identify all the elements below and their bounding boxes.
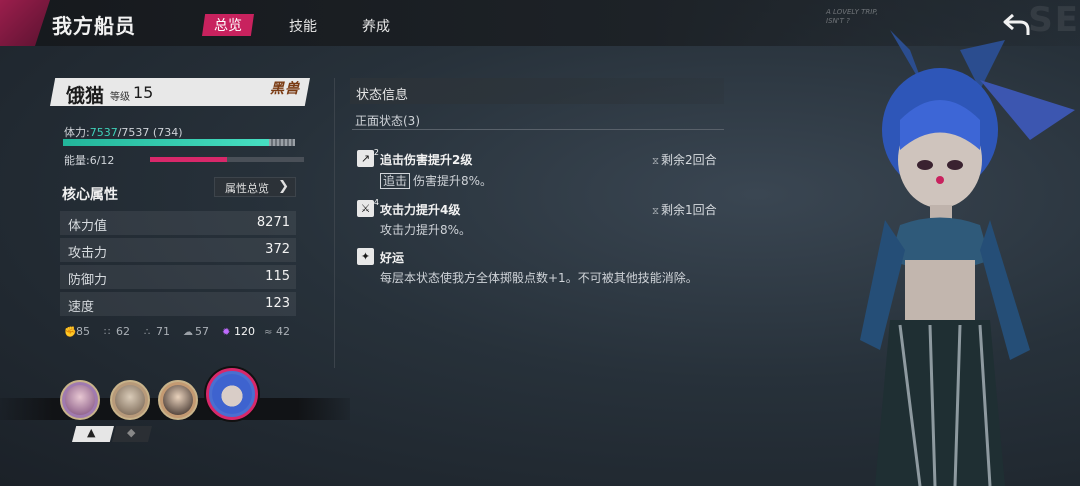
boot-icon: ∷ — [104, 327, 111, 338]
stat-row: 速度 123 — [60, 292, 296, 316]
crew-portrait-1[interactable] — [60, 380, 100, 420]
buff-name: 攻击力提升4级 — [380, 203, 461, 217]
hourglass-icon: ⧖ — [652, 156, 660, 167]
keyword-tag[interactable]: 追击 — [380, 173, 411, 189]
crew-portrait-3[interactable] — [158, 380, 198, 420]
pursuit-buff-icon[interactable]: ↗ 2 — [357, 148, 379, 167]
luck-buff-icon[interactable]: ✦ — [357, 248, 374, 265]
hp-max: /7537 (734) — [117, 126, 183, 139]
crew-filter-active[interactable]: ▲ — [72, 426, 114, 442]
page-title: 我方船员 — [52, 14, 136, 38]
level-label: 等级 — [110, 92, 130, 103]
chevron-right-icon: ❯ — [278, 179, 289, 194]
crew-filter-inactive[interactable]: ◆ — [112, 426, 152, 442]
mini-stat: ☁ 57 — [183, 325, 209, 338]
hp-current: 7537 — [89, 126, 118, 139]
burst-icon: ✹ — [222, 327, 231, 338]
status-title: 状态信息 — [356, 88, 409, 103]
paw-icon: ∴ — [144, 327, 151, 338]
faction-tag: 黑兽 — [270, 81, 300, 97]
core-attributes-title: 核心属性 — [62, 187, 118, 203]
stat-row: 体力值 8271 — [60, 211, 296, 235]
buff-description: 每层本状态使我方全体掷骰点数+1。不可被其他技能消除。 — [380, 271, 698, 285]
hourglass-icon: ⧖ — [652, 206, 660, 217]
mini-stat: ∴ 71 — [144, 325, 170, 338]
hp-bar — [63, 139, 295, 146]
character-artwork — [860, 30, 1075, 486]
character-name: 饿猫 — [66, 85, 105, 107]
buff-name: 追击伤害提升2级 — [380, 153, 473, 167]
positive-status-label: 正面状态(3) — [355, 114, 420, 128]
stat-row: 攻击力 372 — [60, 238, 296, 262]
mini-stat: ✹ 120 — [222, 325, 255, 338]
mini-stat: ✊85 — [64, 325, 90, 338]
positive-status-divider — [352, 129, 724, 130]
crew-portrait-2[interactable] — [110, 380, 150, 420]
energy-bar — [150, 157, 304, 162]
mini-stat: ∷ 62 — [104, 325, 130, 338]
tab-overview[interactable]: 总览 — [202, 14, 254, 36]
skull-icon: ◆ — [127, 426, 136, 439]
tab-training[interactable]: 养成 — [362, 16, 390, 36]
crew-portrait-4-selected[interactable] — [206, 368, 258, 420]
hp-label: 体力:7537/7537 (734) — [64, 126, 183, 139]
title-accent — [0, 0, 50, 46]
attribute-overview-button[interactable]: 属性总览 ❯ — [214, 177, 296, 197]
fist-icon: ✊ — [64, 327, 77, 338]
mini-stat: ≈42 — [264, 325, 290, 338]
energy-bar-fill — [150, 157, 227, 162]
buff-turns: ⧖ 剩余2回合 — [652, 153, 717, 167]
energy-label: 能量:6/12 — [64, 154, 115, 167]
tab-skills[interactable]: 技能 — [289, 16, 317, 36]
buff-name: 好运 — [380, 251, 405, 265]
wing-icon: ≈ — [264, 327, 273, 338]
level-value: 15 — [133, 83, 154, 102]
cloud-icon: ☁ — [183, 327, 193, 338]
buff-turns: ⧖ 剩余1回合 — [652, 203, 717, 217]
buff-description: 追击 伤害提升8%。 — [380, 172, 492, 189]
stat-row: 防御力 115 — [60, 265, 296, 289]
secondary-stats: ✊85 ∷ 62 ∴ 71 ☁ 57 ✹ 120 ≈42 — [64, 325, 304, 339]
panel-divider — [334, 78, 335, 368]
buff-description: 攻击力提升8%。 — [380, 223, 472, 237]
wolf-icon: ▲ — [87, 426, 96, 439]
hp-shield-segment — [269, 139, 295, 146]
hp-bar-fill — [63, 139, 275, 146]
sword-buff-icon[interactable]: ⚔ 4 — [357, 198, 379, 217]
